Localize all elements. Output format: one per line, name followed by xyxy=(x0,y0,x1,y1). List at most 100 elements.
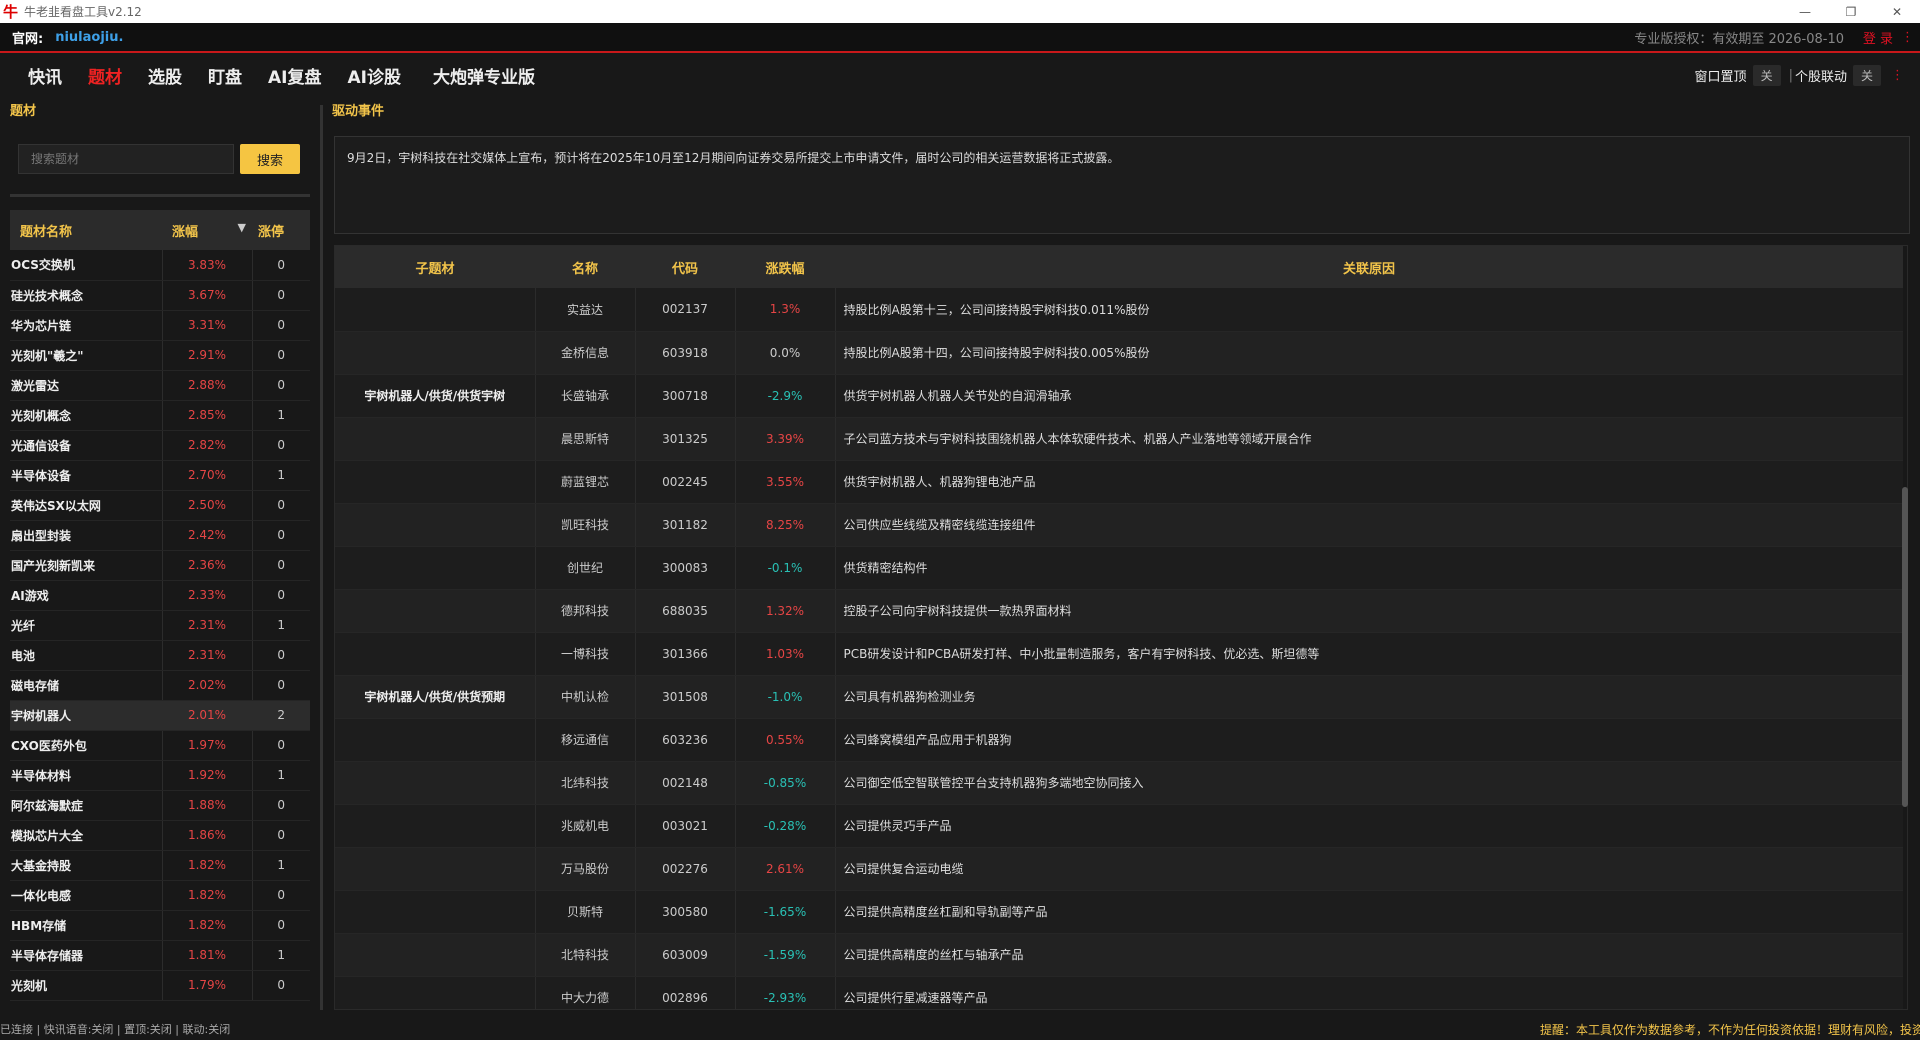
topic-row[interactable]: 一体化电感 1.82% 0 xyxy=(10,880,310,911)
nav-tab[interactable]: AI诊股 xyxy=(347,63,400,88)
search-button[interactable]: 搜索 xyxy=(240,144,300,174)
minimize-icon[interactable]: — xyxy=(1782,0,1828,23)
stock-row[interactable]: 实益达 002137 1.3% 持股比例A股第十三，公司间接持股宇树科技0.011%股… xyxy=(335,288,1903,332)
status-bar: 已连接 | 快讯语音:关闭 | 置顶:关闭 | 联动:关闭 提醒：本工具仅作为数… xyxy=(0,1018,1920,1040)
topic-row[interactable]: CXO医药外包 1.97% 0 xyxy=(10,730,310,761)
topic-row[interactable]: AI游戏 2.33% 0 xyxy=(10,580,310,611)
topic-limit: 0 xyxy=(252,550,310,581)
stock-reason: 子公司蓝方技术与宇树科技围绕机器人本体软硬件技术、机器人产业落地等领域开展合作 xyxy=(834,417,1903,461)
nav-tab[interactable]: 选股 xyxy=(148,63,182,88)
stock-reason: 公司提供高精度丝杠副和导轨副等产品 xyxy=(834,890,1903,934)
topic-row[interactable]: 电池 2.31% 0 xyxy=(10,640,310,671)
nav-tab[interactable]: 大炮弹专业版 xyxy=(433,63,535,88)
topic-row[interactable]: 硅光技术概念 3.67% 0 xyxy=(10,280,310,311)
col-stock-pct[interactable]: 涨跌幅 xyxy=(735,246,835,288)
pin-toggle[interactable]: 关 xyxy=(1752,64,1781,86)
stock-row[interactable]: 移远通信 603236 0.55% 公司蜂窝模组产品应用于机器狗 xyxy=(335,718,1903,762)
stock-name: 蔚蓝锂芯 xyxy=(534,460,635,504)
topic-name: 半导体材料 xyxy=(10,760,163,791)
topic-row[interactable]: 光通信设备 2.82% 0 xyxy=(10,430,310,461)
more-icon[interactable]: ⋮ xyxy=(1901,30,1914,45)
col-stock-code[interactable]: 代码 xyxy=(635,246,735,288)
link-toggle[interactable]: 关 xyxy=(1852,64,1881,86)
topic-name: 硅光技术概念 xyxy=(10,280,163,311)
stock-code: 301182 xyxy=(634,503,735,547)
stock-row[interactable]: 蔚蓝锂芯 002245 3.55% 供货宇树机器人、机器狗锂电池产品 xyxy=(335,460,1903,504)
stock-row[interactable]: 万马股份 002276 2.61% 公司提供复合运动电缆 xyxy=(335,847,1903,891)
stock-row[interactable]: 宇树机器人/供货/供货宇树 长盛轴承 300718 -2.9% 供货宇树机器人机器人关节… xyxy=(335,374,1903,418)
topic-row[interactable]: 光刻机 1.79% 0 xyxy=(10,970,310,1001)
stock-grid: 子题材 名称 代码 涨跌幅 关联原因 实益达 002137 1.3% 持股比例A股第十… xyxy=(334,245,1908,1010)
app-icon: 牛 xyxy=(3,3,19,21)
close-icon[interactable]: ✕ xyxy=(1874,0,1920,23)
topic-row[interactable]: 国产光刻新凯来 2.36% 0 xyxy=(10,550,310,581)
topic-pct: 1.79% xyxy=(162,970,253,1001)
col-subtopic[interactable]: 子题材 xyxy=(335,246,535,288)
login-button[interactable]: 登 录 xyxy=(1863,28,1893,47)
window-title: 牛老韭看盘工具v2.12 xyxy=(24,5,142,19)
topic-row[interactable]: 磁电存储 2.02% 0 xyxy=(10,670,310,701)
stock-row[interactable]: 兆威机电 003021 -0.28% 公司提供灵巧手产品 xyxy=(335,804,1903,848)
stock-row[interactable]: 北特科技 603009 -1.59% 公司提供高精度的丝杠与轴承产品 xyxy=(335,933,1903,977)
topic-row[interactable]: 光刻机概念 2.85% 1 xyxy=(10,400,310,431)
col-topic-limit[interactable]: 涨停 xyxy=(252,210,310,250)
topic-row[interactable]: HBM存储 1.82% 0 xyxy=(10,910,310,941)
event-panel: 驱动事件 9月2日，宇树科技在社交媒体上宣布，预计将在2025年10月至12月期… xyxy=(332,100,1910,1010)
stock-row[interactable]: 一博科技 301366 1.03% PCB研发设计和PCBA研发打样、中小批量制造服务… xyxy=(335,632,1903,676)
stock-sub xyxy=(335,331,535,375)
topic-row[interactable]: OCS交换机 3.83% 0 xyxy=(10,250,310,281)
stock-row[interactable]: 贝斯特 300580 -1.65% 公司提供高精度丝杠副和导轨副等产品 xyxy=(335,890,1903,934)
topic-name: HBM存储 xyxy=(10,910,163,941)
topic-row[interactable]: 华为芯片链 3.31% 0 xyxy=(10,310,310,341)
nav-tab[interactable]: 盯盘 xyxy=(208,63,242,88)
restore-icon[interactable]: ❐ xyxy=(1828,0,1874,23)
nav-tab[interactable]: AI复盘 xyxy=(268,63,321,88)
topic-name: 磁电存储 xyxy=(10,670,163,701)
stock-sub xyxy=(335,890,535,934)
panel-splitter[interactable] xyxy=(320,105,323,1010)
topic-row[interactable]: 扇出型封装 2.42% 0 xyxy=(10,520,310,551)
site-url[interactable]: niulaojiu. xyxy=(55,30,123,45)
topic-row[interactable]: 激光雷达 2.88% 0 xyxy=(10,370,310,401)
topic-pct: 1.97% xyxy=(162,730,253,761)
topic-row[interactable]: 模拟芯片大全 1.86% 0 xyxy=(10,820,310,851)
topic-row[interactable]: 光纤 2.31% 1 xyxy=(10,610,310,641)
topic-pct: 1.92% xyxy=(162,760,253,791)
stock-row[interactable]: 北纬科技 002148 -0.85% 公司御空低空智联管控平台支持机器狗多端地空协同接… xyxy=(335,761,1903,805)
topic-name: 华为芯片链 xyxy=(10,310,163,341)
col-topic-name[interactable]: 题材名称 xyxy=(10,210,162,250)
topic-row[interactable]: 半导体存储器 1.81% 1 xyxy=(10,940,310,971)
col-topic-pct[interactable]: 涨幅 ▼ xyxy=(162,210,252,250)
col-reason[interactable]: 关联原因 xyxy=(835,246,1903,288)
grid-scrollbar[interactable] xyxy=(1902,487,1908,807)
col-stock-name[interactable]: 名称 xyxy=(535,246,635,288)
topic-row[interactable]: 英伟达SX以太网 2.50% 0 xyxy=(10,490,310,521)
stock-pct: -0.1% xyxy=(734,546,835,590)
status-text: 已连接 | 快讯语音:关闭 | 置顶:关闭 | 联动:关闭 xyxy=(0,1023,231,1036)
stock-pct: -1.65% xyxy=(734,890,835,934)
topic-limit: 1 xyxy=(252,460,310,491)
topic-row[interactable]: 阿尔兹海默症 1.88% 0 xyxy=(10,790,310,821)
stock-sub xyxy=(335,503,535,547)
topic-row[interactable]: 宇树机器人 2.01% 2 xyxy=(10,700,310,731)
topic-row[interactable]: 光刻机"羲之" 2.91% 0 xyxy=(10,340,310,371)
topic-row[interactable]: 半导体设备 2.70% 1 xyxy=(10,460,310,491)
nav-tab[interactable]: 快讯 xyxy=(28,63,62,88)
stock-row[interactable]: 德邦科技 688035 1.32% 控股子公司向宇树科技提供一款热界面材料 xyxy=(335,589,1903,633)
stock-row[interactable]: 凯旺科技 301182 8.25% 公司供应些线缆及精密线缆连接组件 xyxy=(335,503,1903,547)
topic-pct: 1.82% xyxy=(162,850,253,881)
topic-pct: 3.31% xyxy=(162,310,253,341)
license-text: 专业版授权：有效期至 2026-08-10 xyxy=(1634,31,1844,47)
topic-section-title: 题材 xyxy=(10,104,37,119)
stock-row[interactable]: 宇树机器人/供货/供货预期 中机认检 301508 -1.0% 公司具有机器狗检测业务 xyxy=(335,675,1903,719)
stock-row[interactable]: 金桥信息 603918 0.0% 持股比例A股第十四，公司间接持股宇树科技0.005%… xyxy=(335,331,1903,375)
stock-row[interactable]: 晨思斯特 301325 3.39% 子公司蓝方技术与宇树科技围绕机器人本体软硬件技术、… xyxy=(335,417,1903,461)
topic-row[interactable]: 大基金持股 1.82% 1 xyxy=(10,850,310,881)
stock-row[interactable]: 创世纪 300083 -0.1% 供货精密结构件 xyxy=(335,546,1903,590)
menu-icon[interactable]: ⋮ xyxy=(1891,68,1904,83)
topic-pct: 2.01% xyxy=(162,700,253,731)
topic-search-input[interactable] xyxy=(18,144,234,174)
stock-row[interactable]: 中大力德 002896 -2.93% 公司提供行星减速器等产品 xyxy=(335,976,1903,1009)
topic-row[interactable]: 半导体材料 1.92% 1 xyxy=(10,760,310,791)
nav-tab[interactable]: 题材 xyxy=(88,63,122,88)
